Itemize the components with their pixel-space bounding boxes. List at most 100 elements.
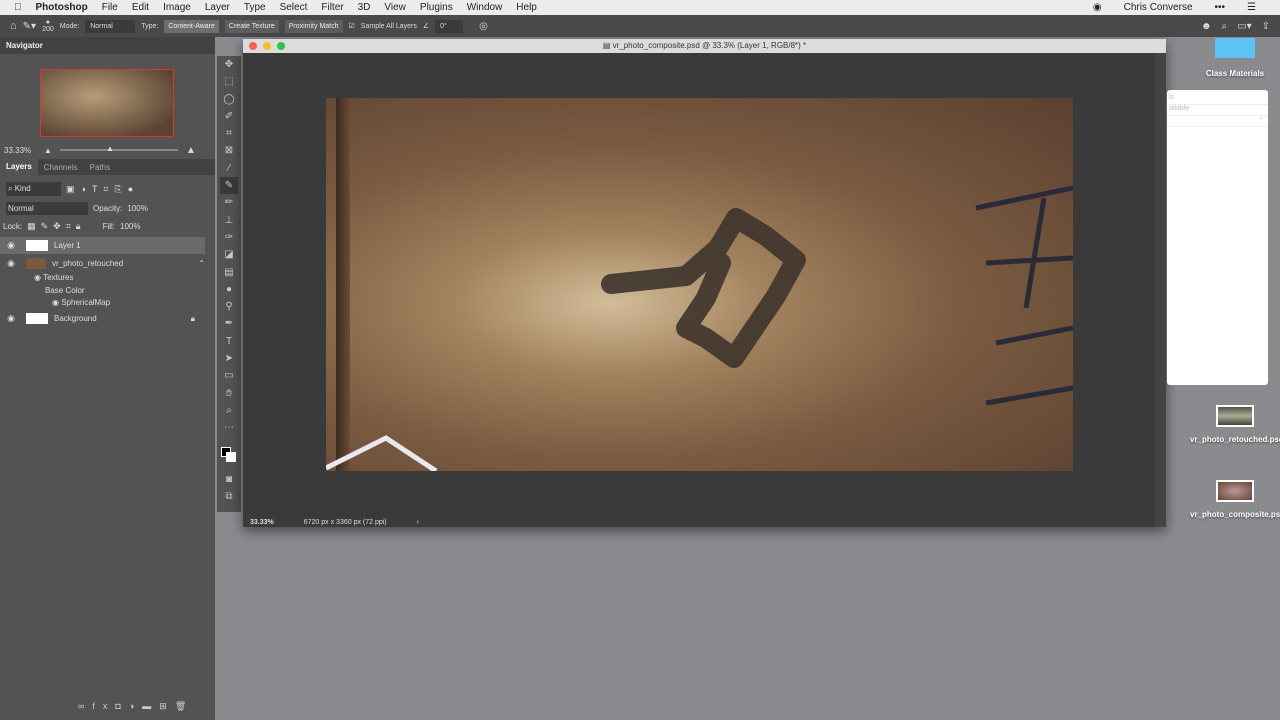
eye-icon[interactable]: ◉ (4, 258, 18, 269)
filter-kind-select[interactable]: ⌕ Kind (6, 182, 61, 196)
eraser-icon[interactable]: ◪ (224, 246, 233, 263)
layer-actions[interactable]: ∞fx◘◑▬⊞🗑︎ (78, 701, 194, 712)
menu-filter[interactable]: Filter (321, 2, 343, 13)
frame-tool-icon[interactable]: ⊠ (225, 142, 233, 159)
screen-mode-icon[interactable]: ⧉ (225, 488, 232, 505)
type-create-texture[interactable]: Create Texture (224, 19, 279, 33)
blur-icon[interactable]: ● (226, 281, 232, 298)
share-icon[interactable]: ⇪ (1262, 21, 1270, 32)
desktop-file[interactable]: vr_photo_composite.psd (1190, 480, 1280, 519)
quick-select-icon[interactable]: ✐ (225, 108, 233, 125)
filter-icons[interactable]: ▣◑T⌗⎘● (66, 184, 139, 195)
stamp-tool-icon[interactable]: ⊥ (225, 212, 234, 229)
workspace-icon[interactable]: ▭▾ (1237, 21, 1251, 32)
zoom-tool-icon[interactable]: ⌕ (226, 402, 232, 419)
hand-tool-icon[interactable]: ✋︎ (226, 385, 232, 402)
list-icon[interactable]: ☰ (1247, 2, 1256, 13)
type-proximity-match[interactable]: Proximity Match (284, 19, 343, 33)
menu-layer[interactable]: Layer (205, 2, 230, 13)
tab-paths[interactable]: Paths (84, 163, 116, 172)
brush-size[interactable]: ● 200 (42, 19, 54, 33)
more-tools-icon[interactable]: ⋯ (224, 419, 234, 436)
learn-icon[interactable]: ☻ (1201, 21, 1212, 32)
rectangle-icon[interactable]: ▭ (224, 367, 233, 384)
zoom-slider[interactable]: ▲ (60, 144, 178, 153)
eye-icon[interactable]: ◉ (52, 298, 61, 307)
type-tool-icon[interactable]: T (226, 333, 232, 350)
eyedropper-icon[interactable]: ⁄ (228, 160, 230, 177)
mode-select[interactable]: Normal (85, 19, 136, 33)
brush-tool-icon[interactable]: ✏ (225, 194, 233, 211)
more-icon[interactable]: ••• (1215, 2, 1226, 13)
lock-icons[interactable]: ▦✎✥⌗🔒︎ (27, 221, 85, 232)
marquee-tool-icon[interactable]: ⬚ (224, 73, 233, 90)
canvas-image[interactable] (326, 98, 1073, 471)
layer-effect-row[interactable]: Base Color (0, 284, 205, 296)
zoom-in-icon[interactable]: ▲ (186, 145, 196, 156)
lasso-tool-icon[interactable]: ◯ (223, 91, 234, 108)
layer-row[interactable]: ◉ vr_photo_retouched ⌃ (0, 256, 205, 270)
menu-edit[interactable]: Edit (132, 2, 149, 13)
quick-mask-icon[interactable]: ◙ (226, 471, 232, 488)
pen-tool-icon[interactable]: ✒ (225, 315, 233, 332)
close-button[interactable] (249, 42, 257, 50)
healing-brush-icon[interactable]: ✎▾ (23, 21, 36, 32)
opacity-input[interactable]: 100% (127, 204, 147, 213)
sample-all-checkbox[interactable]: ☑ (349, 22, 355, 30)
desktop-file[interactable]: vr_photo_retouched.psd (1190, 405, 1280, 444)
pressure-icon[interactable]: ◎ (479, 21, 488, 32)
app-menu[interactable]: Photoshop (36, 2, 88, 13)
gradient-icon[interactable]: ▤ (224, 264, 233, 281)
menu-view[interactable]: View (384, 2, 406, 13)
dodge-icon[interactable]: ⚲ (225, 298, 232, 315)
menu-image[interactable]: Image (163, 2, 191, 13)
layer-row[interactable]: ◉ Layer 1 (0, 237, 205, 254)
history-brush-icon[interactable]: ✑ (225, 229, 233, 246)
healing-brush-icon[interactable]: ✎ (220, 177, 238, 195)
folder-label[interactable]: Class Materials (1190, 69, 1280, 78)
menu-file[interactable]: File (102, 2, 118, 13)
type-content-aware[interactable]: Content-Aware (164, 19, 219, 33)
user-name[interactable]: Chris Converse (1124, 2, 1193, 13)
document-icon: ▤ (602, 41, 613, 50)
navigator-thumbnail[interactable] (40, 69, 174, 137)
path-select-icon[interactable]: ➤ (225, 350, 233, 367)
zoom-button[interactable] (277, 42, 285, 50)
eye-icon[interactable]: ◉ (34, 273, 43, 282)
color-swatches[interactable] (219, 437, 239, 471)
status-arrow-icon[interactable]: › (417, 519, 419, 526)
vertical-scrollbar[interactable] (1155, 53, 1166, 527)
menu-3d[interactable]: 3D (358, 2, 371, 13)
collapse-icon[interactable]: ⌃ (198, 259, 205, 268)
minimize-button[interactable] (263, 42, 271, 50)
canvas-area[interactable] (243, 53, 1155, 517)
creative-cloud-icon[interactable]: ◉ (1093, 2, 1102, 13)
apple-icon[interactable]:  (14, 2, 22, 13)
layer-effect-row[interactable]: ◉ Textures (0, 271, 205, 283)
eye-icon[interactable]: ◉ (4, 313, 18, 324)
zoom-out-icon[interactable]: ▲ (44, 146, 52, 155)
finder-window[interactable]: ls ailable ⌃ (1167, 90, 1268, 385)
layer-effect-row[interactable]: ◉ SphericalMap (0, 296, 205, 308)
menu-type[interactable]: Type (244, 2, 266, 13)
eye-icon[interactable]: ◉ (4, 240, 18, 251)
angle-input[interactable]: 0° (435, 19, 464, 33)
layer-row[interactable]: ◉ Background 🔒︎ (0, 311, 205, 326)
menu-help[interactable]: Help (516, 2, 537, 13)
status-zoom[interactable]: 33.33% (250, 519, 274, 526)
blend-mode-select[interactable]: Normal (6, 201, 88, 215)
crop-tool-icon[interactable]: ⌗ (226, 125, 232, 142)
home-icon[interactable]: ⌂ (10, 20, 17, 32)
menu-select[interactable]: Select (280, 2, 308, 13)
tab-layers[interactable]: Layers (0, 159, 38, 175)
menu-plugins[interactable]: Plugins (420, 2, 453, 13)
navigator-zoom[interactable]: 33.33% (4, 146, 31, 155)
search-icon[interactable]: ⌕ (1222, 21, 1228, 32)
tab-channels[interactable]: Channels (38, 163, 84, 172)
fill-input[interactable]: 100% (120, 222, 140, 231)
folder-icon[interactable] (1215, 38, 1255, 58)
layer-thumbnail (26, 257, 46, 269)
move-tool-icon[interactable]: ✥ (225, 56, 233, 73)
tools-panel: ✥ ⬚ ◯ ✐ ⌗ ⊠ ⁄ ✎ ✏ ⊥ ✑ ◪ ▤ ● ⚲ ✒ T ➤ ▭ ✋︎ ⌕ ⋯ ◙ ⧉ (217, 56, 241, 512)
menu-window[interactable]: Window (467, 2, 503, 13)
